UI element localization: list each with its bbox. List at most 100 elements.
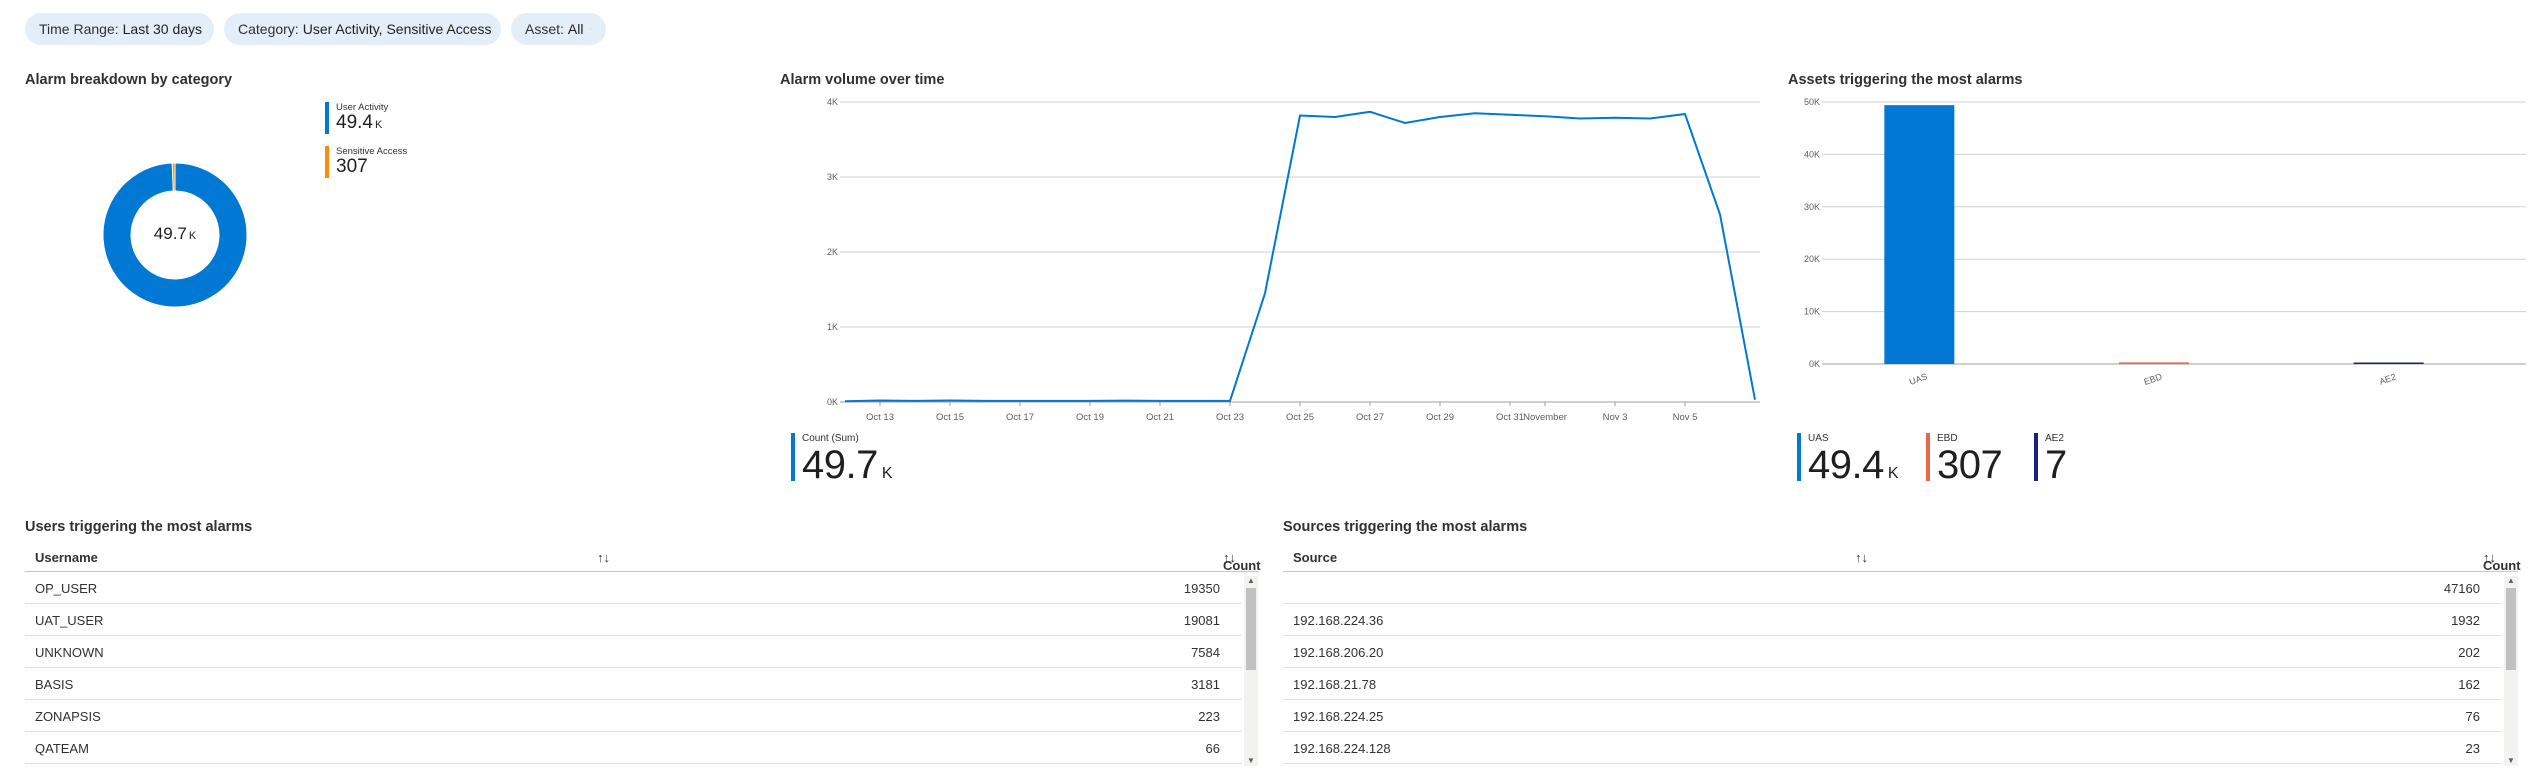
donut-legend-user-activity[interactable]: User Activity 49.4 K bbox=[325, 102, 388, 135]
table-row[interactable]: UAT_USER 19081 bbox=[25, 604, 1242, 636]
table-header: Source ↑↓ Count ↑↓ bbox=[1283, 542, 2521, 573]
cell-name: UNKNOWN bbox=[35, 645, 104, 660]
users-table-scrollbar[interactable]: ▲ ▼ bbox=[1244, 576, 1258, 766]
line-legend-count[interactable]: Count (Sum) 49.7 K bbox=[791, 433, 893, 494]
filter-category[interactable]: Category: User Activity, Sensitive Acces… bbox=[224, 13, 501, 45]
bar-ae2[interactable] bbox=[2353, 362, 2424, 365]
legend-value: 49.7 K bbox=[802, 443, 893, 487]
cell-count: 223 bbox=[1198, 709, 1220, 724]
sources-table: Source ↑↓ Count ↑↓ 47160 192.168.224.36 193… bbox=[1283, 542, 2521, 772]
scroll-down-arrow[interactable]: ▼ bbox=[1246, 756, 1256, 766]
filter-time-range[interactable]: Time Range: Last 30 days bbox=[25, 13, 214, 45]
assets-bar-chart[interactable]: 0K 10K 20K 30K 40K 50K UAS EBD AE2 bbox=[1788, 90, 2528, 390]
cell-count: 76 bbox=[2465, 709, 2480, 724]
table-row[interactable]: BASIS 3181 bbox=[25, 668, 1242, 700]
y-tick-label: 3K bbox=[827, 172, 838, 182]
legend-value: 49.4 K bbox=[1808, 443, 1899, 487]
scroll-thumb[interactable] bbox=[2506, 588, 2516, 670]
legend-swatch bbox=[1926, 433, 1930, 481]
table-row[interactable]: 192.168.224.128 23 bbox=[1283, 732, 2502, 764]
x-tick-label: Oct 29 bbox=[1426, 412, 1454, 423]
cell-name: 192.168.224.128 bbox=[1293, 741, 1391, 756]
table-row[interactable]: 192.168.21.78 162 bbox=[1283, 668, 2502, 700]
cell-count: 23 bbox=[2465, 741, 2480, 756]
filter-key: Time Range: bbox=[39, 21, 119, 37]
line-chart[interactable]: 0K 1K 2K 3K 4K Oct 13 Oct 15 Oct 17 Oct 19 Oct 21… bbox=[780, 90, 1770, 430]
sort-arrows-icon[interactable]: ↑↓ bbox=[1855, 550, 1868, 565]
cell-count: 202 bbox=[2458, 645, 2480, 660]
x-tick-label: AE2 bbox=[2378, 372, 2397, 387]
cell-name: 192.168.21.78 bbox=[1293, 677, 1377, 692]
filter-value: Last 30 days bbox=[122, 21, 203, 37]
y-tick-label: 50K bbox=[1804, 97, 1820, 107]
scroll-up-arrow[interactable]: ▲ bbox=[1246, 576, 1256, 586]
legend-value: 7 bbox=[2045, 443, 2067, 487]
cell-count: 7584 bbox=[1191, 645, 1220, 660]
x-tick-label: Oct 25 bbox=[1286, 412, 1314, 423]
donut-center-number: 49.7 bbox=[154, 224, 187, 243]
sort-arrows-icon[interactable]: ↑↓ bbox=[597, 550, 610, 565]
column-header-source[interactable]: Source bbox=[1293, 550, 1337, 565]
legend-swatch bbox=[325, 102, 329, 134]
x-tick-label: Oct 17 bbox=[1006, 412, 1034, 423]
bar-ebd[interactable] bbox=[2119, 362, 2189, 364]
filter-key: Asset: bbox=[525, 21, 564, 37]
cell-name: 192.168.224.36 bbox=[1293, 613, 1384, 628]
table-header: Username ↑↓ Count ↑↓ bbox=[25, 542, 1261, 573]
cell-name: OP_USER bbox=[35, 581, 98, 596]
cell-name: 192.168.224.25 bbox=[1293, 709, 1384, 724]
legend-swatch bbox=[325, 146, 329, 178]
y-tick-label: 2K bbox=[827, 247, 838, 257]
x-tick-label: EBD bbox=[2143, 371, 2164, 387]
assets-legend-ae2[interactable]: AE2 7 bbox=[2034, 433, 2067, 485]
filter-asset[interactable]: Asset: All bbox=[511, 13, 606, 45]
users-table-title: Users triggering the most alarms bbox=[25, 519, 253, 535]
scroll-thumb[interactable] bbox=[1246, 588, 1256, 670]
cell-count: 162 bbox=[2458, 677, 2480, 692]
table-row[interactable]: ZONAPSIS 223 bbox=[25, 700, 1242, 732]
table-row[interactable]: 192.168.224.36 1932 bbox=[1283, 604, 2502, 636]
scroll-up-arrow[interactable]: ▲ bbox=[2506, 576, 2516, 586]
table-row[interactable]: 47160 bbox=[1283, 572, 2502, 604]
donut-center-unit: K bbox=[189, 230, 197, 242]
cell-name: ZONAPSIS bbox=[35, 709, 101, 724]
cell-count: 1932 bbox=[2451, 613, 2480, 628]
donut-chart[interactable]: 49.7 K bbox=[95, 155, 255, 315]
table-row[interactable]: QATEAM 66 bbox=[25, 732, 1242, 764]
y-tick-label: 0K bbox=[1809, 359, 1820, 369]
cell-count: 3181 bbox=[1191, 677, 1220, 692]
x-tick-label: Oct 27 bbox=[1356, 412, 1384, 423]
x-tick-label: Oct 13 bbox=[866, 412, 894, 423]
y-tick-label: 20K bbox=[1804, 254, 1820, 264]
cell-name: BASIS bbox=[35, 677, 74, 692]
table-row[interactable]: UNKNOWN 7584 bbox=[25, 636, 1242, 668]
cell-name: UAT_USER bbox=[35, 613, 104, 628]
filter-value: User Activity, Sensitive Access bbox=[302, 21, 492, 37]
table-row[interactable]: OP_USER 19350 bbox=[25, 572, 1242, 604]
assets-legend-ebd[interactable]: EBD 307 bbox=[1926, 433, 2003, 487]
cell-count: 47160 bbox=[2443, 581, 2480, 596]
donut-legend-sensitive-access[interactable]: Sensitive Access 307 bbox=[325, 146, 407, 178]
x-tick-label: Oct 21 bbox=[1146, 412, 1174, 423]
bar-uas[interactable] bbox=[1884, 105, 1955, 365]
x-tick-label: Oct 31 bbox=[1496, 412, 1524, 423]
legend-value: 307 bbox=[1937, 443, 2003, 487]
assets-legend-uas[interactable]: UAS 49.4 K bbox=[1797, 433, 1899, 494]
y-tick-label: 40K bbox=[1804, 149, 1820, 159]
x-tick-label: Oct 19 bbox=[1076, 412, 1104, 423]
legend-value: 307 bbox=[336, 156, 368, 177]
scroll-down-arrow[interactable]: ▼ bbox=[2506, 756, 2516, 766]
column-header-count[interactable]: Count ↑↓ bbox=[1223, 550, 1261, 573]
table-row[interactable]: 192.168.224.25 76 bbox=[1283, 700, 2502, 732]
legend-swatch bbox=[2034, 433, 2038, 481]
line-series-count-sum[interactable] bbox=[844, 110, 1756, 403]
y-tick-label: 30K bbox=[1804, 202, 1820, 212]
y-tick-label: 4K bbox=[827, 97, 838, 107]
cell-count: 66 bbox=[1205, 741, 1220, 756]
sources-table-scrollbar[interactable]: ▲ ▼ bbox=[2504, 576, 2518, 766]
column-header-username[interactable]: Username bbox=[35, 550, 98, 565]
table-row[interactable]: 192.168.206.20 202 bbox=[1283, 636, 2502, 668]
donut-title: Alarm breakdown by category bbox=[25, 72, 233, 88]
column-header-count[interactable]: Count ↑↓ bbox=[2483, 550, 2521, 573]
cell-name: 192.168.206.20 bbox=[1293, 645, 1384, 660]
